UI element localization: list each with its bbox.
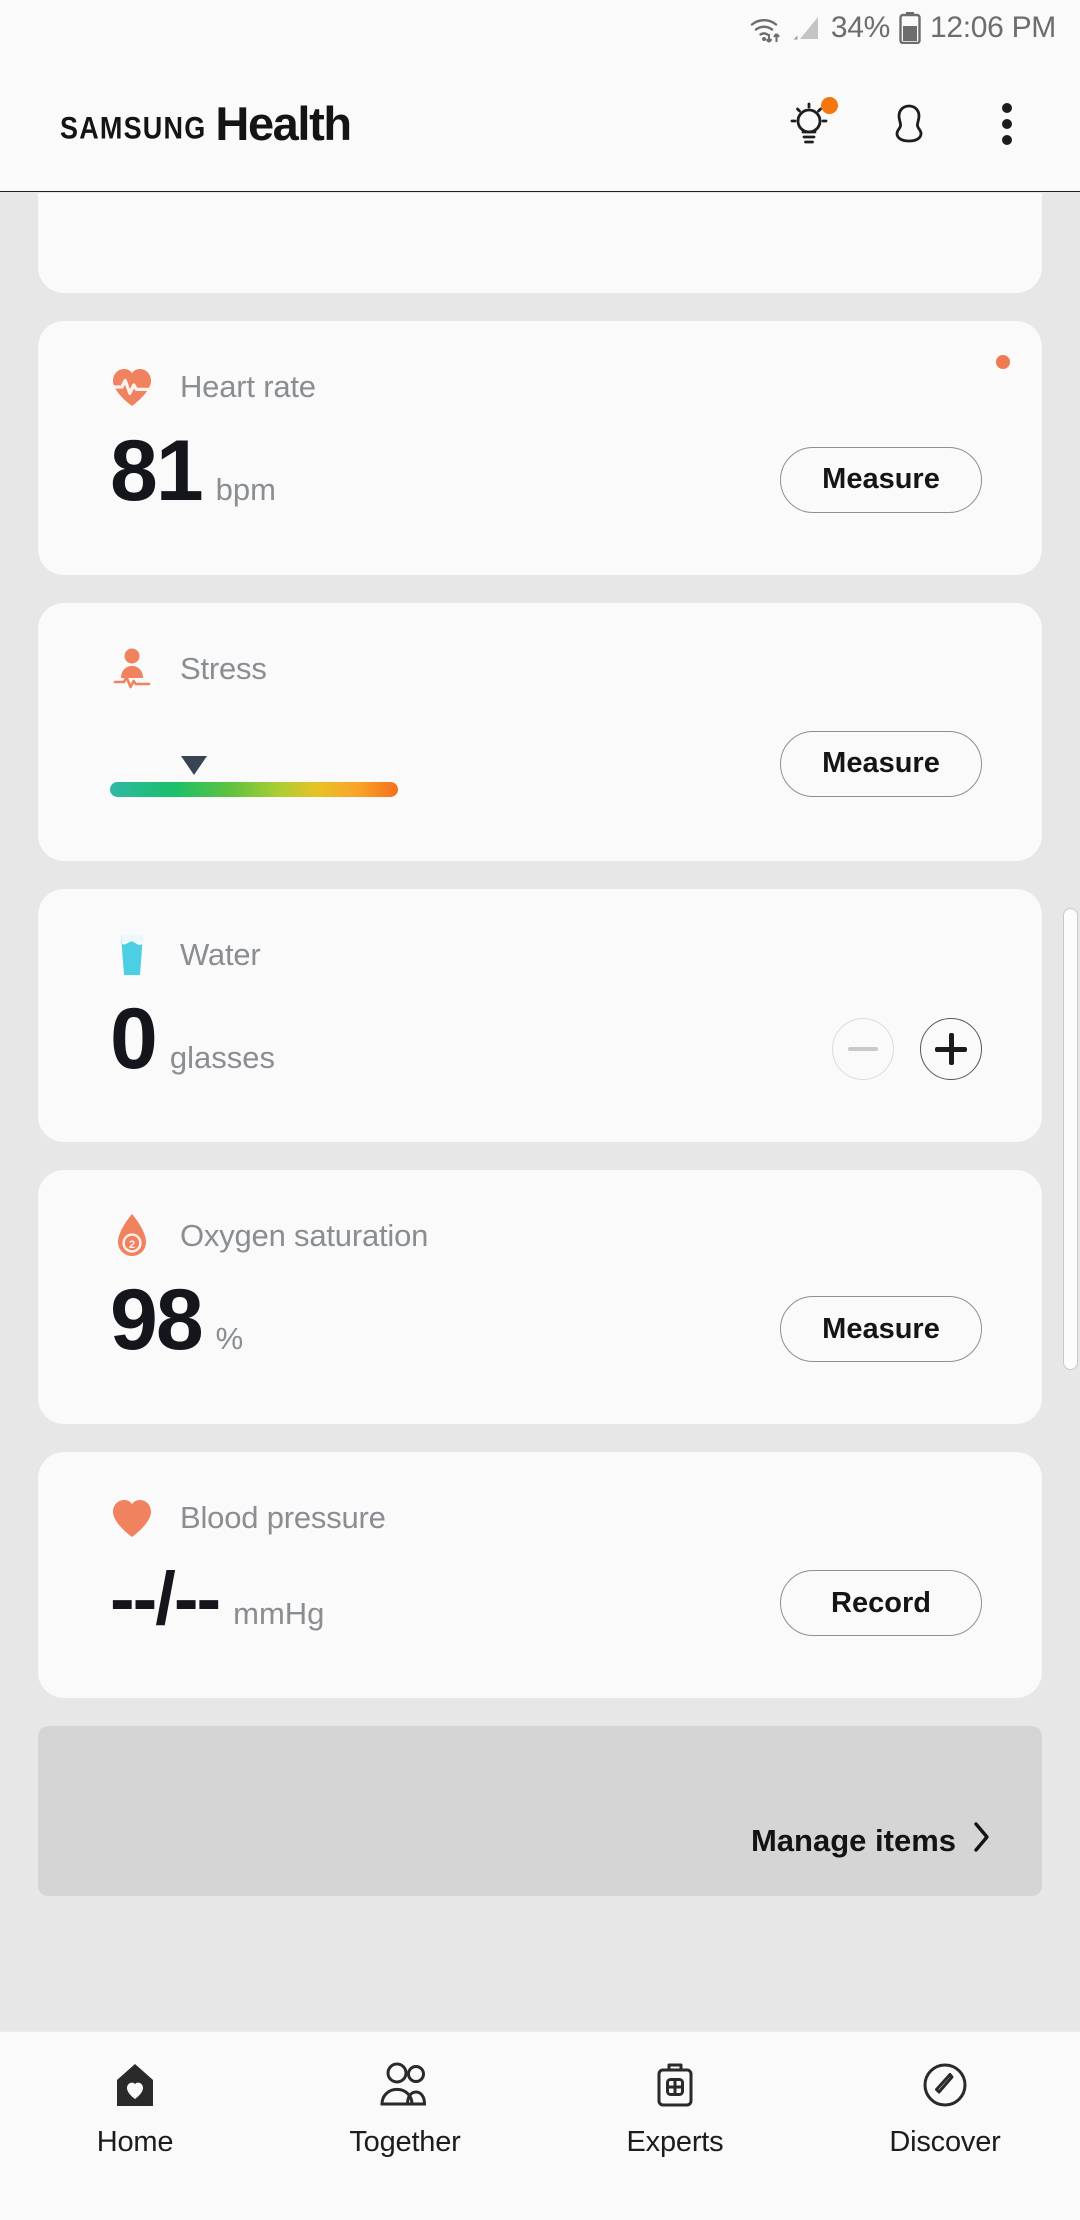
plus-icon [935,1033,967,1066]
stress-gradient-bar [110,781,398,797]
blood-pressure-unit: mmHg [233,1596,325,1632]
water-decrease-button[interactable] [832,1018,894,1081]
profile-button[interactable] [880,95,938,153]
nav-item-together[interactable]: Together [315,2058,495,2159]
manage-items-link[interactable]: Manage items [751,1820,992,1862]
vertical-scrollbar[interactable] [1063,908,1078,1370]
stress-gauge [110,748,398,797]
home-heart-icon [109,2058,161,2112]
compass-icon [919,2058,971,2112]
oxygen-saturation-value: 98 [110,1272,204,1369]
app-bar-actions [782,95,1080,153]
blood-pressure-record-button[interactable]: Record [780,1570,982,1637]
card-weight[interactable]: 145.1 lb Record [38,193,1042,293]
water-title: Water [180,936,261,972]
svg-text:2: 2 [129,1239,135,1251]
stress-measure-button[interactable]: Measure [780,730,982,797]
water-glass-icon [110,933,154,977]
water-value: 0 [110,990,158,1087]
more-options-button[interactable] [978,95,1036,153]
stress-title: Stress [180,650,267,686]
card-heart-rate[interactable]: Heart rate 81 bpm Measure [38,321,1042,575]
wifi-data-icon [749,12,783,44]
water-unit: glasses [169,1039,275,1075]
samsung-health-logo: SAMSUNG Health [60,96,352,151]
brand-name: Health [215,97,352,150]
app-bar: SAMSUNG Health [0,56,1080,192]
medical-bag-icon [650,2058,700,2112]
brand-prefix: SAMSUNG [60,110,207,146]
heart-rate-value: 81 [110,423,204,519]
oxygen-saturation-measure-button[interactable]: Measure [780,1296,982,1363]
heart-rate-measure-button[interactable]: Measure [780,446,982,513]
nav-label-home: Home [96,2126,174,2158]
stress-level-marker [180,755,207,775]
blood-pressure-title: Blood pressure [180,1500,386,1536]
nav-item-experts[interactable]: Experts [585,2058,765,2159]
people-icon [376,2058,434,2112]
tips-lightbulb-button[interactable] [782,95,840,153]
water-stepper [832,1018,982,1081]
nav-item-home[interactable]: Home [45,2058,225,2159]
water-increase-button[interactable] [920,1018,982,1081]
status-bar: 34% 12:06 PM [0,0,1080,56]
battery-icon [899,12,921,44]
manage-items-panel[interactable]: Manage items [38,1726,1042,1897]
cards-scroll-area[interactable]: 145.1 lb Record Heart rate 81 [0,193,1080,2031]
tips-badge-dot [821,96,838,114]
oxygen-saturation-unit: % [215,1321,244,1357]
card-oxygen-saturation[interactable]: 2 Oxygen saturation 98 % Measure [38,1170,1042,1425]
samsung-health-home-screen: 34% 12:06 PM SAMSUNG Health Heart rate 8… [0,0,1080,2220]
heart-icon [110,1496,154,1540]
bottom-navigation-bar: Home Together Experts Discover [0,2031,1080,2220]
heart-pulse-icon [110,365,154,409]
nav-item-discover[interactable]: Discover [855,2058,1035,2159]
minus-icon [848,1047,878,1052]
heart-rate-badge-dot [996,355,1010,369]
blood-pressure-value: --/-- [110,1557,221,1641]
clock-label: 12:06 PM [929,11,1056,44]
card-water[interactable]: Water 0 glasses [38,888,1042,1143]
nav-label-discover: Discover [889,2126,1001,2158]
battery-percent-label: 34% [830,11,890,44]
heart-rate-title: Heart rate [180,369,316,404]
nav-label-together: Together [349,2126,461,2158]
heart-rate-unit: bpm [215,472,276,507]
nav-label-experts: Experts [626,2126,724,2158]
cellular-signal-icon [792,14,822,42]
stress-person-icon [110,647,154,691]
oxygen-saturation-title: Oxygen saturation [180,1218,429,1254]
card-stress[interactable]: Stress Measure [38,602,1042,861]
card-blood-pressure[interactable]: Blood pressure --/-- mmHg Record [38,1452,1042,1699]
chevron-right-icon [972,1820,992,1862]
oxygen-droplet-icon: 2 [110,1214,154,1258]
manage-items-label: Manage items [750,1823,956,1859]
